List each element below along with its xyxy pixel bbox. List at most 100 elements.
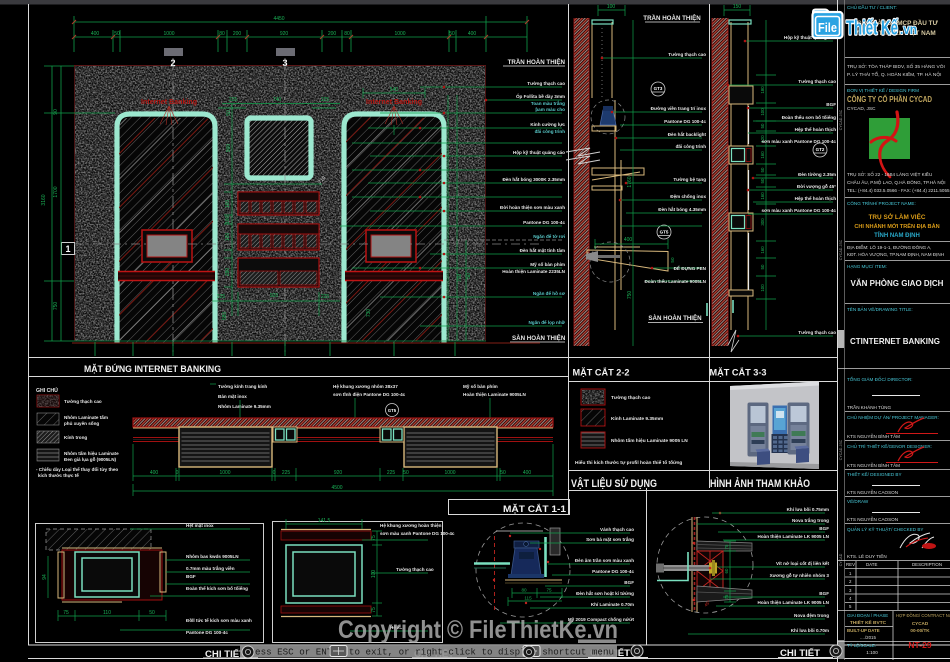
svg-text:TỈNH NAM ĐỊNH: TỈNH NAM ĐỊNH <box>874 232 920 239</box>
svg-text:50: 50 <box>760 264 765 269</box>
svg-text:200: 200 <box>328 31 337 37</box>
svg-text:50: 50 <box>149 610 155 616</box>
svg-text:CYCAD.JSC: CYCAD.JSC <box>839 439 843 460</box>
svg-text:1: 1 <box>65 244 70 254</box>
svg-text:Đời hoàn thiện sơn màu xanh: Đời hoàn thiện sơn màu xanh <box>500 205 565 210</box>
svg-text:50: 50 <box>114 31 120 37</box>
svg-text:Hiểu thi kích thước tự profil: Hiểu thi kích thước tự profil hoàn thiể … <box>575 459 682 466</box>
svg-text:Đoàn thể kích sơn bố tốiểng: Đoàn thể kích sơn bố tốiểng <box>186 585 248 591</box>
svg-text:GHI CHÚ: GHI CHÚ <box>36 387 58 394</box>
svg-text:Đèn hắt bóng 4.35mm: Đèn hắt bóng 4.35mm <box>658 206 706 212</box>
svg-text:Tường thạch cao: Tường thạch cao <box>527 81 565 86</box>
svg-text:CHỦ NHIỆM DỰ ÁN/ PROJECT MANAG: CHỦ NHIỆM DỰ ÁN/ PROJECT MANAGER: <box>847 413 939 420</box>
svg-text:BGF: BGF <box>819 591 829 596</box>
svg-text:Hoàn thiện Laminate 9005LN: Hoàn thiện Laminate 9005LN <box>463 392 526 397</box>
svg-text:HÌNH ẢNH THAM KHẢO: HÌNH ẢNH THAM KHẢO <box>710 477 810 490</box>
svg-text:CHI TIẾT: CHI TIẾT <box>780 648 821 658</box>
svg-text:Đèn âm trần sơn màu xanh: Đèn âm trần sơn màu xanh <box>575 558 634 563</box>
svg-text:Kính cường lực: Kính cường lực <box>530 122 565 127</box>
svg-text:700: 700 <box>457 274 463 283</box>
svg-text:Hệ khung xương hoàn thiện: Hệ khung xương hoàn thiện <box>380 523 442 528</box>
svg-text:Đèn hắt sơn hoặt kí tứứng: Đèn hắt sơn hoặt kí tứứng <box>576 590 634 596</box>
svg-text:Nhôm tấm hiệu Laminate: Nhôm tấm hiệu Laminate <box>64 450 119 456</box>
svg-text:1760: 1760 <box>627 176 633 187</box>
svg-text:TEL: (+84.4) 033.5.0566 - FAX:: TEL: (+84.4) 033.5.0566 - FAX: (+84.4) 2… <box>847 188 950 193</box>
svg-text:Đường viền trang trí inox: Đường viền trang trí inox <box>651 106 707 111</box>
svg-text:TRỤ SỞ LÀM VIỆC: TRỤ SỞ LÀM VIỆC <box>869 212 926 221</box>
svg-text:Nova đệm trong: Nova đệm trong <box>794 613 829 618</box>
svg-text:180: 180 <box>760 86 765 94</box>
svg-text:Khí lưa bồi 0.75mm: Khí lưa bồi 0.75mm <box>787 507 829 512</box>
svg-text:225: 225 <box>282 470 291 476</box>
svg-text:225: 225 <box>321 97 330 103</box>
svg-text:CYCAD: CYCAD <box>839 553 843 566</box>
svg-text:KTS NGUYỄN BÌNH TÂM: KTS NGUYỄN BÌNH TÂM <box>847 462 900 468</box>
svg-text:400: 400 <box>523 470 532 476</box>
svg-text:BGF: BGF <box>819 526 829 531</box>
svg-text:0: 0 <box>273 470 276 476</box>
svg-text:Hệp thể hoàn thịch: Hệp thể hoàn thịch <box>795 195 837 201</box>
svg-text:TỔNG GIÁM ĐỐC/ DIRECTOR:: TỔNG GIÁM ĐỐC/ DIRECTOR: <box>847 376 913 382</box>
svg-text:160: 160 <box>760 246 765 254</box>
svg-text:Internet Banking: Internet Banking <box>141 99 197 106</box>
svg-text:VĂN PHÒNG GIAO DỊCH: VĂN PHÒNG GIAO DỊCH <box>851 279 944 288</box>
svg-text:920: 920 <box>334 470 343 476</box>
svg-text:Đời vượng gỗ 45°: Đời vượng gỗ 45° <box>797 183 836 189</box>
svg-text:00-00/TK: 00-00/TK <box>910 628 930 633</box>
svg-text:4500: 4500 <box>331 485 342 491</box>
svg-text:Đèn hắt bóng 3000K 2.35mm: Đèn hắt bóng 3000K 2.35mm <box>502 176 565 182</box>
svg-text:Khí Laminate 0.70m: Khí Laminate 0.70m <box>591 602 634 607</box>
svg-text:100: 100 <box>760 284 765 292</box>
svg-text:100: 100 <box>607 4 616 10</box>
svg-text:THIẾT KẾ/ DESIGNED BY: THIẾT KẾ/ DESIGNED BY <box>847 471 902 477</box>
svg-text:50: 50 <box>670 257 675 263</box>
svg-text:DESCRIPTION: DESCRIPTION <box>912 562 942 567</box>
svg-text:ĐƠN VỊ THIẾT KẾ / DESIGN FIRM: ĐƠN VỊ THIẾT KẾ / DESIGN FIRM <box>847 87 919 93</box>
svg-text:400: 400 <box>91 31 100 37</box>
svg-text:730: 730 <box>366 309 372 318</box>
svg-text:740: 740 <box>273 97 282 103</box>
svg-text:60: 60 <box>724 568 729 573</box>
svg-text:KĐT. HÒA VƯỢNG, TP.NAM ĐỊNH, N: KĐT. HÒA VƯỢNG, TP.NAM ĐỊNH, NAM ĐỊNH <box>847 251 944 257</box>
svg-text:KTS NGUYỄN BÌNH TÂM: KTS NGUYỄN BÌNH TÂM <box>847 433 900 439</box>
svg-text:Nhôm tấm hiệu Laminate 9005 LN: Nhôm tấm hiệu Laminate 9005 LN <box>611 437 688 444</box>
svg-text:300: 300 <box>760 218 765 226</box>
svg-text:sơn màu xanh Pantone DG 100-4c: sơn màu xanh Pantone DG 100-4c <box>762 139 837 144</box>
svg-text:TRẦN HOÀN THIỆN: TRẦN HOÀN THIỆN <box>508 58 566 66</box>
svg-text:Sơn bả mặt sơn trắng: Sơn bả mặt sơn trắng <box>586 536 634 542</box>
svg-text:GT5: GT5 <box>388 408 397 413</box>
svg-text:100: 100 <box>371 570 377 579</box>
svg-text:400: 400 <box>150 470 159 476</box>
svg-text:Đoàn thểu Laminate 9005LN: Đoàn thểu Laminate 9005LN <box>644 278 706 284</box>
svg-text:225: 225 <box>321 294 330 300</box>
svg-text:160: 160 <box>760 151 765 159</box>
svg-text:CYCAD: CYCAD <box>912 621 929 626</box>
svg-text:Đệm chống inox: Đệm chống inox <box>670 193 706 199</box>
svg-text:sơn màu xanh Pantone DG 100-4c: sơn màu xanh Pantone DG 100-4c <box>380 531 455 536</box>
svg-text:80: 80 <box>521 588 527 593</box>
svg-text:Hệ khung xương nhôm 38x37: Hệ khung xương nhôm 38x37 <box>333 384 398 389</box>
svg-text:Hộp kỹ thuật quảng cáo: Hộp kỹ thuật quảng cáo <box>513 150 565 155</box>
svg-text:Khí lưa bồi 0.70m: Khí lưa bồi 0.70m <box>791 628 829 633</box>
svg-text:Hệt mặt inox: Hệt mặt inox <box>186 523 214 528</box>
svg-text:GT5: GT5 <box>660 230 669 235</box>
svg-text:200: 200 <box>233 31 242 37</box>
svg-text:VẬT LIỆU SỬ DỤNG: VẬT LIỆU SỬ DỤNG <box>571 477 657 490</box>
svg-text:750: 750 <box>627 291 633 300</box>
svg-text:110: 110 <box>103 610 111 616</box>
svg-text:225: 225 <box>217 294 226 300</box>
svg-text:CTINTERNET BANKING: CTINTERNET BANKING <box>850 336 940 346</box>
svg-text:MẶT ĐỨNG INTERNET BANKING: MẶT ĐỨNG INTERNET BANKING <box>84 363 221 375</box>
svg-text:Ngăn để hồ sơ: Ngăn để hồ sơ <box>533 290 566 296</box>
svg-text:0.7mm màu trắng viền: 0.7mm màu trắng viền <box>186 565 235 571</box>
svg-text:580: 580 <box>222 312 228 321</box>
svg-text:400: 400 <box>624 237 633 243</box>
svg-text:phủ xuyên sống: phủ xuyên sống <box>64 420 99 426</box>
svg-text:sơn tĩnh điện Pantone DG 100-4: sơn tĩnh điện Pantone DG 100-4c <box>333 392 406 397</box>
svg-text:225: 225 <box>229 97 238 103</box>
svg-text:Pantone DG 100-4c: Pantone DG 100-4c <box>186 630 228 635</box>
svg-text:1000: 1000 <box>219 470 230 476</box>
svg-text:Ngăn để tờ rơi: Ngăn để tờ rơi <box>533 233 565 239</box>
svg-text:4450: 4450 <box>273 16 284 22</box>
svg-text:CHI NHÁNH MỚI TRÊN ĐỊA BÀN: CHI NHÁNH MỚI TRÊN ĐỊA BÀN <box>854 222 939 230</box>
